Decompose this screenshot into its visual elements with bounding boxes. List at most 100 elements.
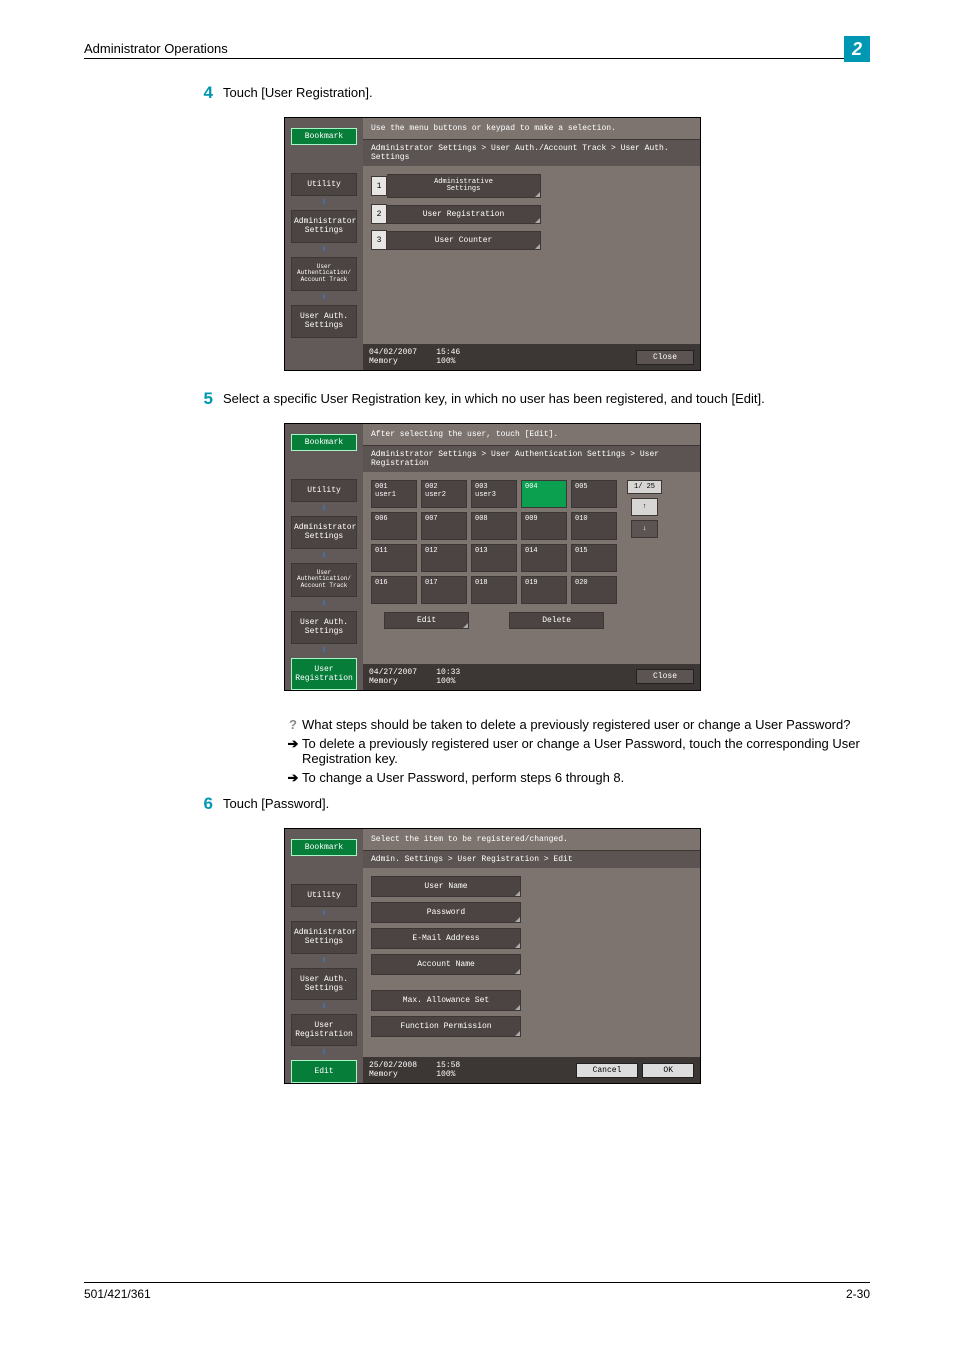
status-time: 10:33: [436, 668, 460, 677]
user-slot-016[interactable]: 016: [371, 576, 417, 604]
status-time: 15:46: [436, 348, 460, 357]
edit-button[interactable]: Edit: [384, 612, 469, 629]
chapter-badge: 2: [844, 36, 870, 62]
user-slot-015[interactable]: 015: [571, 544, 617, 572]
bookmark-button[interactable]: Bookmark: [291, 128, 357, 145]
user-slot-007[interactable]: 007: [421, 512, 467, 540]
menu-user-counter[interactable]: User Counter: [387, 231, 541, 250]
sidebar-user-auth-settings[interactable]: User Auth. Settings: [291, 305, 357, 337]
status-memory-label: Memory: [369, 1070, 398, 1079]
breadcrumb-arrow-icon: ⬇: [285, 645, 363, 657]
sidebar-user-auth-account[interactable]: User Authentication/ Account Track: [291, 563, 357, 598]
step-6-number: 6: [183, 794, 223, 814]
user-slot-006[interactable]: 006: [371, 512, 417, 540]
close-button[interactable]: Close: [636, 669, 694, 684]
option-function-permission[interactable]: Function Permission: [371, 1016, 521, 1037]
breadcrumb-arrow-icon: ⬇: [285, 1001, 363, 1013]
instruction-bar: After selecting the user, touch [Edit].: [363, 424, 700, 446]
answer-arrow-icon: ➔: [284, 770, 302, 786]
user-slot-008[interactable]: 008: [471, 512, 517, 540]
option-max-allowance[interactable]: Max. Allowance Set: [371, 990, 521, 1011]
user-slot-009[interactable]: 009: [521, 512, 567, 540]
user-slot-003[interactable]: 003user3: [471, 480, 517, 508]
screenshot-step6: Bookmark Utility ⬇ Administrator Setting…: [284, 828, 701, 1085]
instruction-bar: Select the item to be registered/changed…: [363, 829, 700, 851]
answer-arrow-icon: ➔: [284, 736, 302, 752]
sidebar-admin-settings[interactable]: Administrator Settings: [291, 210, 357, 242]
delete-button[interactable]: Delete: [509, 612, 604, 629]
user-slot-012[interactable]: 012: [421, 544, 467, 572]
pager-up-button[interactable]: ↑: [631, 498, 657, 516]
menu-user-registration[interactable]: User Registration: [387, 205, 541, 224]
step-5-number: 5: [183, 389, 223, 409]
status-time: 15:58: [436, 1061, 460, 1070]
status-memory-pct: 100%: [436, 357, 455, 366]
breadcrumb-arrow-icon: ⬇: [285, 1047, 363, 1059]
user-slot-017[interactable]: 017: [421, 576, 467, 604]
sidebar-admin-settings[interactable]: Administrator Settings: [291, 921, 357, 953]
page-header-title: Administrator Operations: [84, 41, 228, 56]
user-slot-013[interactable]: 013: [471, 544, 517, 572]
status-memory-pct: 100%: [436, 677, 455, 686]
sidebar-user-registration[interactable]: User Registration: [291, 658, 357, 690]
option-password[interactable]: Password: [371, 902, 521, 923]
pager-down-button[interactable]: ↓: [631, 520, 657, 538]
answer-text-2: To change a User Password, perform steps…: [302, 770, 870, 785]
sidebar-edit[interactable]: Edit: [291, 1060, 357, 1083]
instruction-bar: Use the menu buttons or keypad to make a…: [363, 118, 700, 140]
question-text: What steps should be taken to delete a p…: [302, 717, 870, 732]
breadcrumb-path: Administrator Settings > User Auth./Acco…: [363, 140, 700, 166]
sidebar-user-auth-settings[interactable]: User Auth. Settings: [291, 968, 357, 1000]
sidebar-user-auth-account[interactable]: User Authentication/ Account Track: [291, 257, 357, 292]
user-slot-001[interactable]: 001user1: [371, 480, 417, 508]
menu-admin-settings[interactable]: Administrative Settings: [387, 174, 541, 198]
breadcrumb-arrow-icon: ⬇: [285, 550, 363, 562]
bookmark-button[interactable]: Bookmark: [291, 839, 357, 856]
breadcrumb-arrow-icon: ⬇: [285, 503, 363, 515]
footer-page: 2-30: [846, 1287, 870, 1301]
user-slot-005[interactable]: 005: [571, 480, 617, 508]
breadcrumb-arrow-icon: ⬇: [285, 197, 363, 209]
screenshot-step5: Bookmark Utility ⬇ Administrator Setting…: [284, 423, 701, 691]
status-date: 04/02/2007: [369, 348, 417, 357]
breadcrumb-path: Administrator Settings > User Authentica…: [363, 446, 700, 472]
user-slot-010[interactable]: 010: [571, 512, 617, 540]
question-icon: ?: [284, 717, 302, 732]
answer-text-1: To delete a previously registered user o…: [302, 736, 870, 766]
user-slot-019[interactable]: 019: [521, 576, 567, 604]
sidebar-utility[interactable]: Utility: [291, 173, 357, 196]
breadcrumb-arrow-icon: ⬇: [285, 292, 363, 304]
user-slot-020[interactable]: 020: [571, 576, 617, 604]
option-account-name[interactable]: Account Name: [371, 954, 521, 975]
user-slot-004[interactable]: 004: [521, 480, 567, 508]
breadcrumb-arrow-icon: ⬇: [285, 955, 363, 967]
status-memory-label: Memory: [369, 357, 398, 366]
step-4-number: 4: [183, 83, 223, 103]
breadcrumb-arrow-icon: ⬇: [285, 598, 363, 610]
breadcrumb-path: Admin. Settings > User Registration > Ed…: [363, 851, 700, 868]
cancel-button[interactable]: Cancel: [576, 1063, 639, 1078]
close-button[interactable]: Close: [636, 350, 694, 365]
menu-index: 1: [371, 176, 387, 196]
status-date: 25/02/2008: [369, 1061, 417, 1070]
option-user-name[interactable]: User Name: [371, 876, 521, 897]
pager-label: 1/ 25: [627, 480, 662, 494]
sidebar-user-registration[interactable]: User Registration: [291, 1014, 357, 1046]
sidebar-admin-settings[interactable]: Administrator Settings: [291, 516, 357, 548]
user-slot-002[interactable]: 002user2: [421, 480, 467, 508]
ok-button[interactable]: OK: [642, 1063, 694, 1078]
breadcrumb-arrow-icon: ⬇: [285, 908, 363, 920]
sidebar-utility[interactable]: Utility: [291, 479, 357, 502]
step-5-text: Select a specific User Registration key,…: [223, 389, 870, 409]
bookmark-button[interactable]: Bookmark: [291, 434, 357, 451]
user-slot-011[interactable]: 011: [371, 544, 417, 572]
user-slot-014[interactable]: 014: [521, 544, 567, 572]
step-4-text: Touch [User Registration].: [223, 83, 870, 103]
sidebar-utility[interactable]: Utility: [291, 884, 357, 907]
option-email-address[interactable]: E-Mail Address: [371, 928, 521, 949]
footer-model: 501/421/361: [84, 1287, 151, 1301]
user-slot-018[interactable]: 018: [471, 576, 517, 604]
screenshot-step4: Bookmark Utility ⬇ Administrator Setting…: [284, 117, 701, 371]
status-memory-pct: 100%: [436, 1070, 455, 1079]
sidebar-user-auth-settings[interactable]: User Auth. Settings: [291, 611, 357, 643]
